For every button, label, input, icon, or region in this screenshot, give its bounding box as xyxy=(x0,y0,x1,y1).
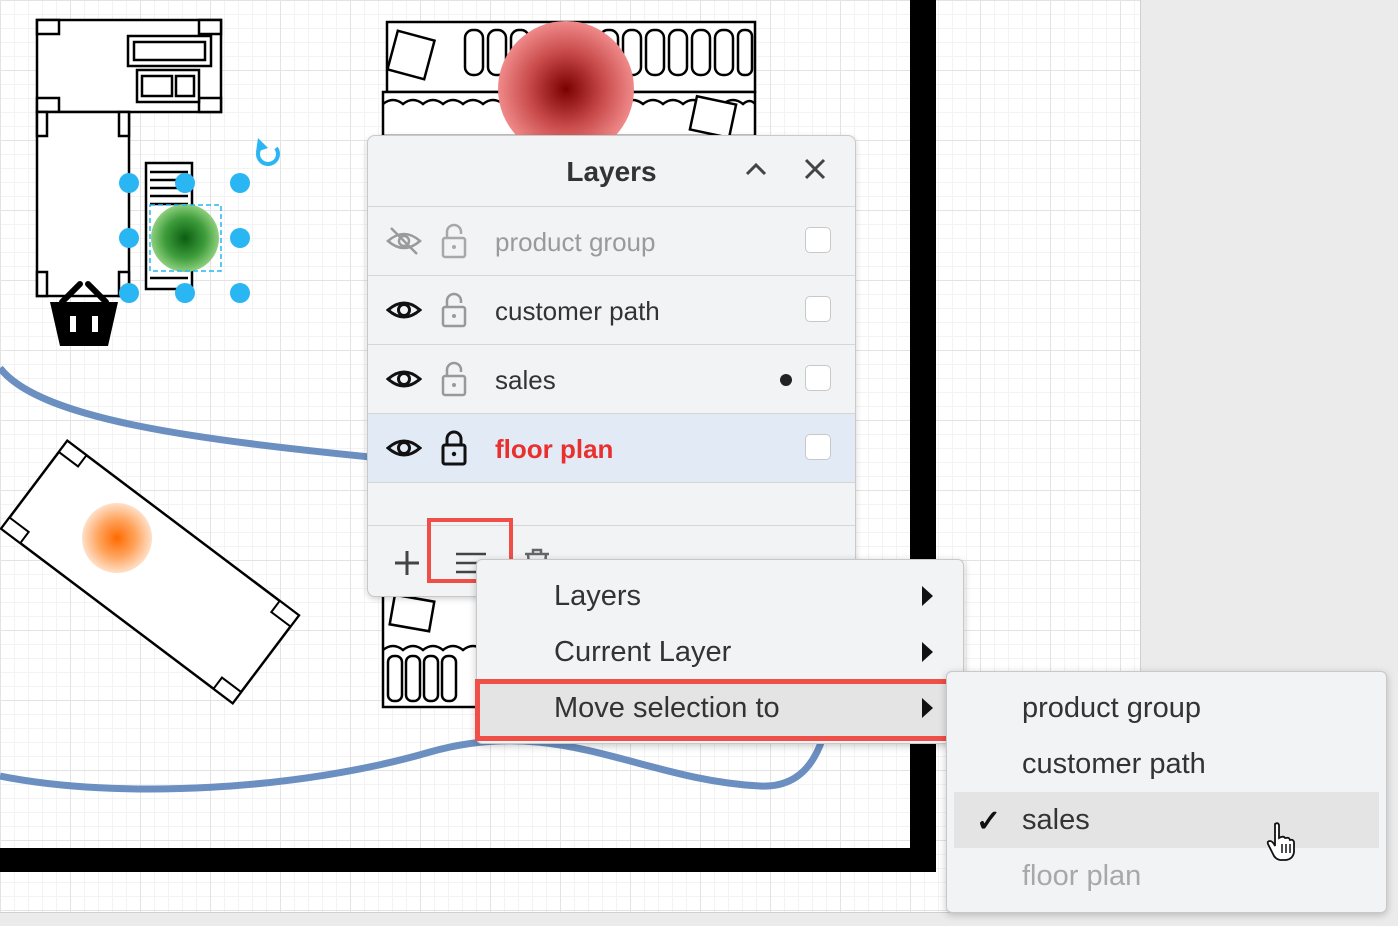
layer-name[interactable]: customer path xyxy=(495,296,660,327)
layers-panel-header: Layers xyxy=(368,136,855,207)
move-selection-submenu: product group customer path ✓ sales floo… xyxy=(946,671,1387,913)
checkmark-icon: ✓ xyxy=(976,805,1002,838)
menu-item-move-selection-to[interactable]: Move selection to xyxy=(477,680,963,736)
eye-icon[interactable] xyxy=(386,432,422,464)
selection-indicator-dot xyxy=(780,374,792,386)
menu-item-label: Move selection to xyxy=(554,692,780,724)
submenu-arrow-icon xyxy=(922,586,933,606)
submenu-item-sales[interactable]: ✓ sales xyxy=(954,792,1379,848)
eye-icon[interactable] xyxy=(386,294,422,326)
close-icon xyxy=(804,158,826,180)
layer-select-checkbox[interactable] xyxy=(805,434,831,460)
layer-row-product-group[interactable]: product group xyxy=(368,207,855,276)
layers-panel-title: Layers xyxy=(566,156,657,187)
rotate-handle-icon[interactable] xyxy=(256,138,280,166)
layer-row-sales[interactable]: sales xyxy=(368,345,855,414)
submenu-item-label: customer path xyxy=(1022,748,1206,780)
layer-select-checkbox[interactable] xyxy=(805,227,831,253)
submenu-arrow-icon xyxy=(922,642,933,662)
layer-name[interactable]: sales xyxy=(495,365,556,396)
submenu-item-label: sales xyxy=(1022,804,1090,836)
layers-panel: Layers product group customer path sales… xyxy=(367,135,856,597)
layer-select-checkbox[interactable] xyxy=(805,365,831,391)
lock-open-icon[interactable] xyxy=(440,292,468,328)
submenu-item-customer-path[interactable]: customer path xyxy=(947,736,1386,792)
layer-select-checkbox[interactable] xyxy=(805,296,831,322)
layer-name[interactable]: product group xyxy=(495,227,655,258)
lower-shelf-unit[interactable] xyxy=(381,593,485,709)
close-button[interactable] xyxy=(798,152,832,186)
add-layer-button[interactable] xyxy=(390,546,424,580)
layer-context-menu: Layers Current Layer Move selection to xyxy=(476,559,964,744)
eye-off-icon[interactable] xyxy=(386,225,422,257)
sales-marker-orange[interactable] xyxy=(82,503,152,573)
lock-open-icon[interactable] xyxy=(440,223,468,259)
menu-item-label: Current Layer xyxy=(554,636,732,668)
rotated-display-table[interactable] xyxy=(0,439,301,705)
submenu-item-product-group[interactable]: product group xyxy=(947,680,1386,736)
layer-name[interactable]: floor plan xyxy=(495,434,613,465)
plus-icon xyxy=(395,551,419,575)
lock-closed-icon[interactable] xyxy=(440,430,468,466)
layer-row-floor-plan[interactable]: floor plan xyxy=(368,414,855,483)
lock-open-icon[interactable] xyxy=(440,361,468,397)
chevron-up-icon xyxy=(745,162,767,176)
sales-marker-green[interactable] xyxy=(151,204,219,272)
menu-item-layers[interactable]: Layers xyxy=(477,568,963,624)
collapse-button[interactable] xyxy=(739,152,773,186)
menu-item-current-layer[interactable]: Current Layer xyxy=(477,624,963,680)
eye-icon[interactable] xyxy=(386,363,422,395)
customer-path-line[interactable] xyxy=(0,737,826,793)
submenu-item-floor-plan: floor plan xyxy=(947,848,1386,904)
submenu-item-label: product group xyxy=(1022,692,1201,724)
layer-row-customer-path[interactable]: customer path xyxy=(368,276,855,345)
submenu-arrow-icon xyxy=(922,698,933,718)
menu-item-label: Layers xyxy=(554,580,642,612)
submenu-item-label: floor plan xyxy=(1022,860,1142,892)
customer-path-line[interactable] xyxy=(0,365,381,462)
hand-cursor-icon xyxy=(1266,822,1295,861)
